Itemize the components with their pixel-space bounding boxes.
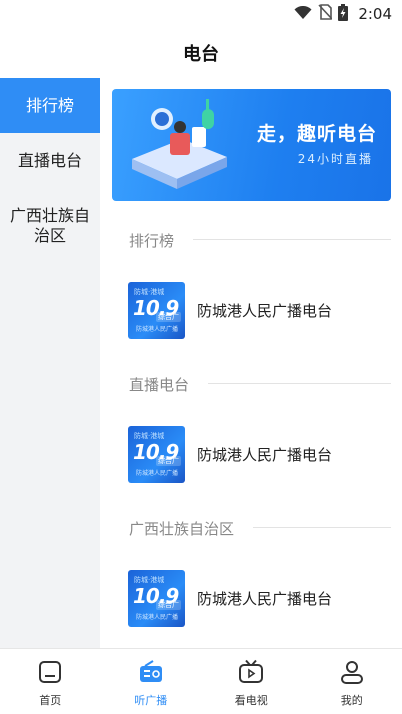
status-bar: 2:04 xyxy=(0,0,402,28)
user-icon xyxy=(339,659,365,689)
banner-subtitle: 24小时直播 xyxy=(297,152,373,166)
sidebar-item-label: 排行榜 xyxy=(25,95,74,115)
nav-item-mine[interactable]: 我的 xyxy=(302,649,402,714)
station-logo: 防城·港城 10.9 综合广 防城港人民广播 xyxy=(128,425,185,483)
station-logo: 防城·港城 10.9 综合广 防城港人民广播 xyxy=(128,569,185,627)
logo-bottom-text: 防城港人民广播 xyxy=(136,325,179,333)
station-logo: 防城·港城 10.9 综合广 防城港人民广播 xyxy=(128,281,185,339)
station-item[interactable]: 防城·港城 10.9 综合广 防城港人民广播 防城港人民广播电台 xyxy=(128,569,388,627)
nav-item-tv[interactable]: 看电视 xyxy=(201,649,302,714)
section-title-guangxi: 广西壮族自治区 xyxy=(129,520,235,538)
logo-tag: 综合广 xyxy=(156,311,181,322)
banner-illustration xyxy=(132,99,227,189)
banner-title: 走，趣听电台 xyxy=(256,123,377,145)
logo-tag: 综合广 xyxy=(156,455,181,466)
nav-item-radio[interactable]: 听广播 xyxy=(101,649,202,714)
logo-tag: 综合广 xyxy=(156,599,181,610)
station-name: 防城港人民广播电台 xyxy=(197,301,333,320)
category-sidebar: 排行榜 直播电台 广西壮族自治区 xyxy=(0,78,100,648)
wifi-icon xyxy=(294,5,312,24)
sidebar-item-label: 广西壮族自治区 xyxy=(10,205,91,245)
station-item[interactable]: 防城·港城 10.9 综合广 防城港人民广播 防城港人民广播电台 xyxy=(128,425,388,483)
logo-bottom-text: 防城港人民广播 xyxy=(136,613,179,621)
logo-bottom-text: 防城港人民广播 xyxy=(136,469,179,477)
nav-item-home[interactable]: 首页 xyxy=(0,649,101,714)
home-icon xyxy=(37,659,63,689)
section-title-ranking: 排行榜 xyxy=(129,232,175,250)
top-bar: 电台 xyxy=(0,28,402,78)
nav-label: 看电视 xyxy=(234,694,268,707)
no-sim-icon xyxy=(318,4,333,24)
promo-banner[interactable]: 走，趣听电台 24小时直播 xyxy=(112,89,391,201)
sidebar-item-ranking[interactable]: 排行榜 xyxy=(0,78,100,133)
page-title: 电台 xyxy=(183,44,219,65)
station-name: 防城港人民广播电台 xyxy=(197,589,333,608)
sidebar-item-guangxi[interactable]: 广西壮族自治区 xyxy=(0,188,100,263)
main-content: 走，趣听电台 24小时直播 排行榜 防城·港城 10.9 综合广 防城港人民广播… xyxy=(100,78,402,648)
station-item[interactable]: 防城·港城 10.9 综合广 防城港人民广播 防城港人民广播电台 xyxy=(128,281,388,339)
tv-icon xyxy=(238,659,264,689)
sidebar-item-live[interactable]: 直播电台 xyxy=(0,133,100,188)
battery-charging-icon xyxy=(338,3,349,25)
section-divider xyxy=(208,383,391,384)
nav-label: 听广播 xyxy=(134,694,168,707)
nav-label: 我的 xyxy=(340,694,363,707)
radio-icon xyxy=(138,659,164,689)
station-name: 防城港人民广播电台 xyxy=(197,445,333,464)
sidebar-item-label: 直播电台 xyxy=(17,150,82,170)
section-divider xyxy=(193,239,391,240)
bottom-nav: 首页 听广播 看电视 我的 xyxy=(0,648,402,714)
section-title-live: 直播电台 xyxy=(129,376,190,394)
nav-label: 首页 xyxy=(39,694,62,707)
section-divider xyxy=(253,527,391,528)
status-time: 2:04 xyxy=(358,5,392,23)
